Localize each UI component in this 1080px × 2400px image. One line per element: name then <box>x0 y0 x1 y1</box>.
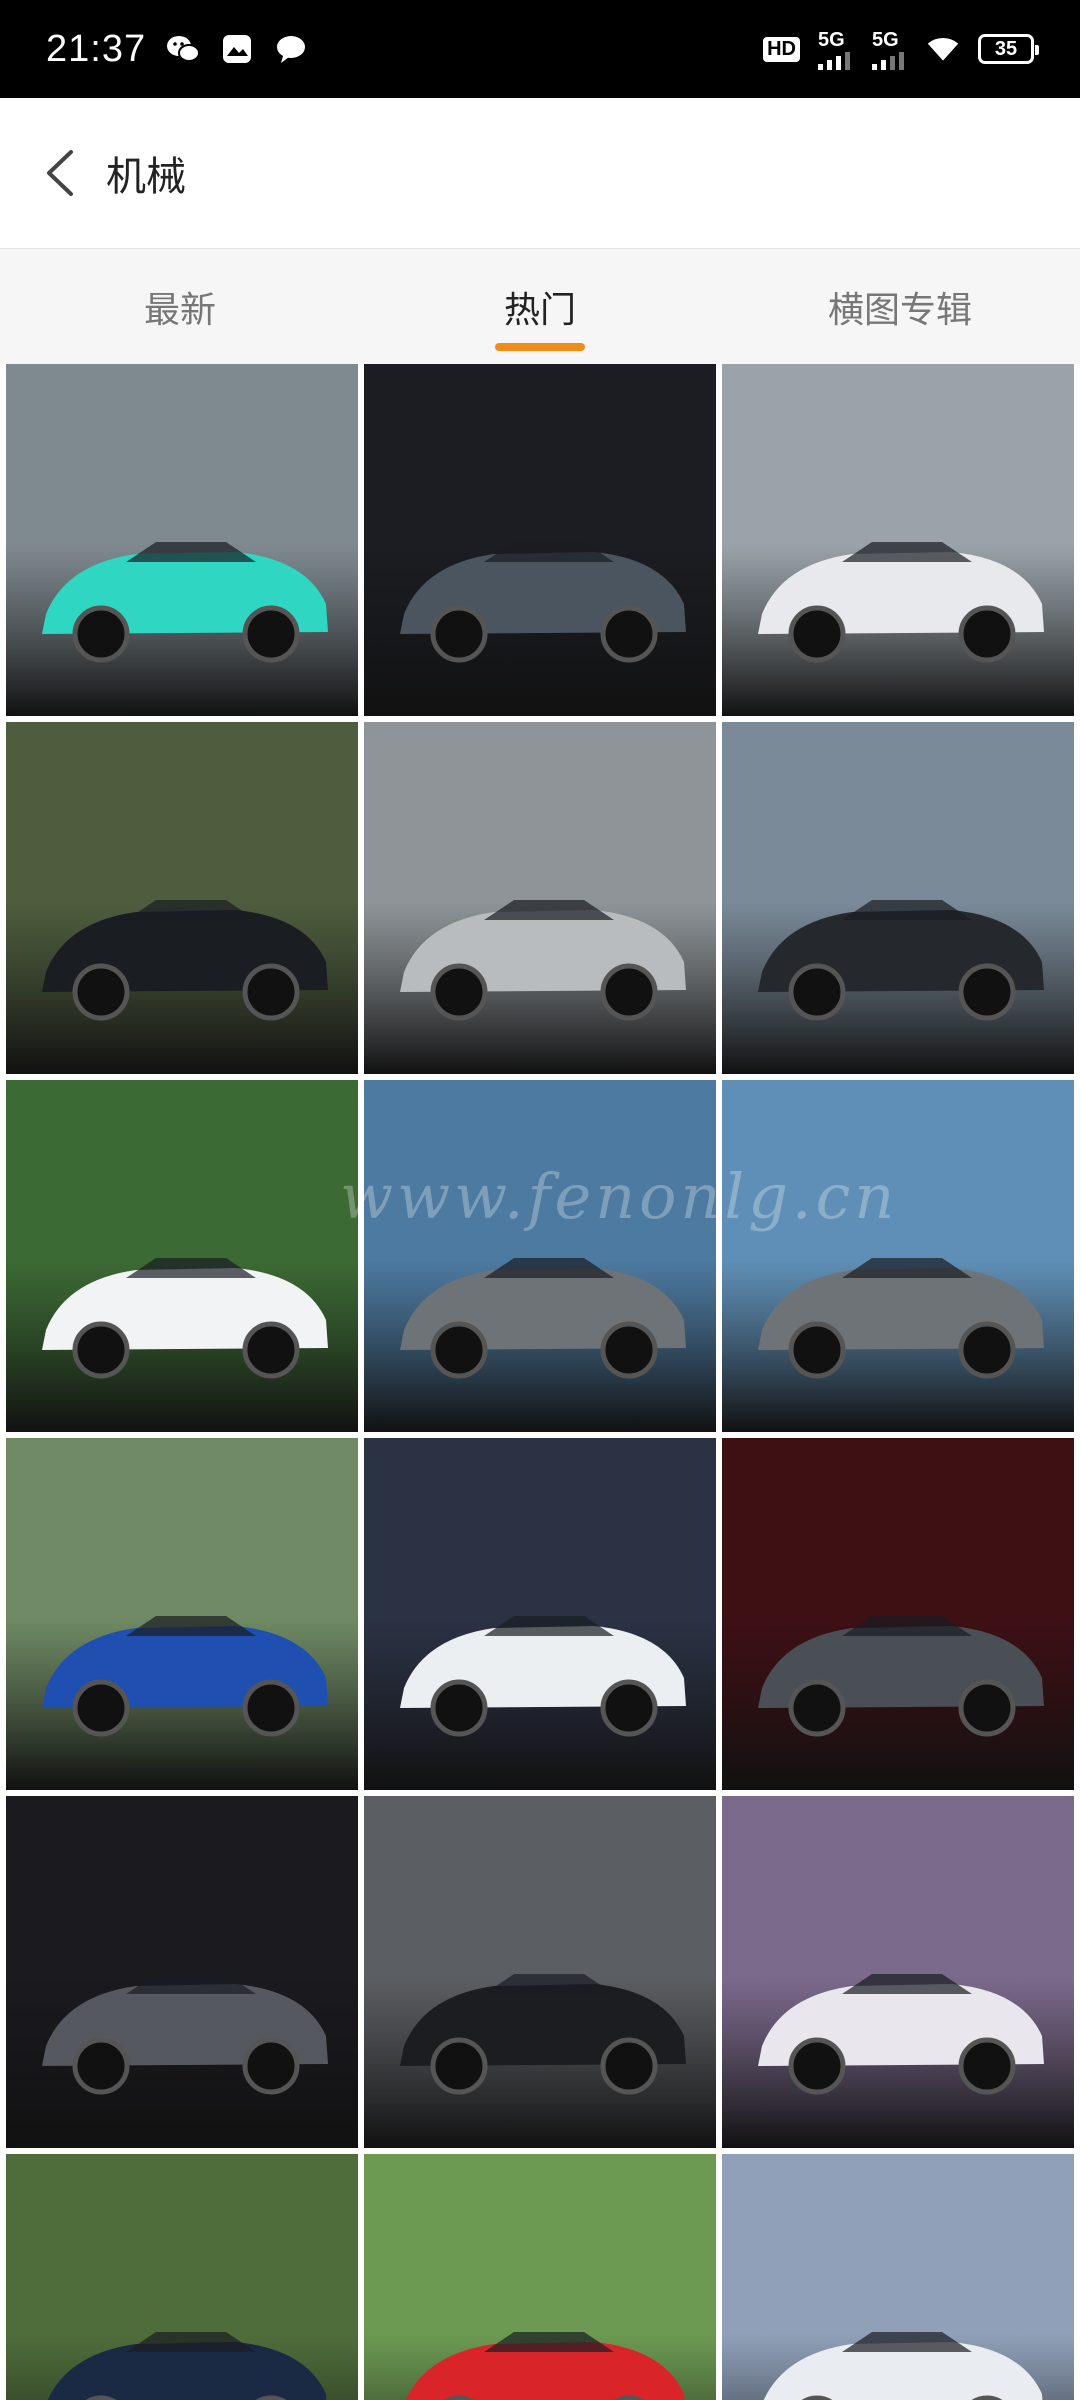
vehicle-wheel <box>430 605 488 663</box>
vehicle-wheel <box>430 2037 488 2095</box>
status-time: 21:37 <box>46 27 147 70</box>
wallpaper-thumbnail-red-cars-mountain-road[interactable] <box>364 2154 716 2400</box>
thumbnail-image <box>364 1796 716 2148</box>
wallpaper-thumbnail-motorcycle-rider-road[interactable] <box>6 722 358 1074</box>
wallpaper-thumbnail-teal-lamborghini-garage[interactable] <box>6 364 358 716</box>
battery-level: 35 <box>994 37 1018 60</box>
wallpaper-thumbnail-bmw-hp4-motorcycle[interactable] <box>722 364 1074 716</box>
vehicle-wheel <box>600 1679 658 1737</box>
app-root: 21:37 HD 5G 5G 35 机械 最新 热门 横图专辑 www.feno… <box>0 0 1080 2400</box>
wallpaper-thumbnail-mercedes-g63-grey-1[interactable] <box>364 1080 716 1432</box>
signal-sim1: 5G <box>818 29 854 70</box>
thumbnail-image <box>364 1438 716 1790</box>
wallpaper-thumbnail-lamborghini-red-lights[interactable] <box>722 1438 1074 1790</box>
signal-bars-icon <box>818 51 850 70</box>
wallpaper-thumbnail-bugatti-chiron-trees[interactable] <box>6 2154 358 2400</box>
tab-label: 最新 <box>143 290 216 331</box>
status-left: 21:37 <box>46 28 308 71</box>
vehicle-wheel <box>958 605 1016 663</box>
vehicle-wheel <box>242 1321 300 1379</box>
vehicle-wheel <box>958 1321 1016 1379</box>
thumbnail-image <box>364 722 716 1074</box>
page-title: 机械 <box>106 154 186 200</box>
status-bar: 21:37 HD 5G 5G 35 <box>0 0 1080 98</box>
vehicle-wheel <box>242 963 300 1021</box>
chevron-left-icon <box>47 150 73 196</box>
vehicle-wheel <box>788 1679 846 1737</box>
battery-indicator: 35 <box>978 34 1039 64</box>
wechat-icon <box>166 32 201 66</box>
thumbnail-image <box>6 364 358 716</box>
top-app-bar: 机械 <box>0 98 1080 248</box>
wallpaper-grid <box>0 364 1080 2400</box>
tab-label: 横图专辑 <box>827 290 972 331</box>
vehicle-wheel <box>72 1321 130 1379</box>
vehicle-wheel <box>600 963 658 1021</box>
active-tab-indicator <box>495 343 585 351</box>
vehicle-wheel <box>72 1679 130 1737</box>
wallpaper-thumbnail-koenigsegg-city-night[interactable] <box>364 1438 716 1790</box>
vehicle-wheel <box>600 1321 658 1379</box>
hd-icon: HD <box>763 36 800 62</box>
back-button[interactable] <box>30 143 90 203</box>
wallpaper-thumbnail-lamborghini-veneno-road[interactable] <box>722 1796 1074 2148</box>
thumbnail-image <box>6 2154 358 2400</box>
vehicle-wheel <box>788 963 846 1021</box>
tab-label: 热门 <box>503 290 576 331</box>
thumbnail-image <box>364 2154 716 2400</box>
vehicle-wheel <box>242 2037 300 2095</box>
vehicle-wheel <box>788 2037 846 2095</box>
thumbnail-image <box>722 364 1074 716</box>
vehicle-wheel <box>72 2037 130 2095</box>
wallpaper-thumbnail-koenigsegg-sunset[interactable] <box>722 2154 1074 2400</box>
hd-label: HD <box>763 36 800 62</box>
wifi-icon <box>926 32 960 66</box>
tab-landscape-albums[interactable]: 横图专辑 <box>780 249 1020 365</box>
tab-latest[interactable]: 最新 <box>60 249 300 365</box>
thumbnail-image <box>6 1796 358 2148</box>
vehicle-wheel <box>788 1321 846 1379</box>
status-right: HD 5G 5G 35 <box>763 29 1039 70</box>
wallpaper-thumbnail-lamborghini-sc18-dark[interactable] <box>6 1796 358 2148</box>
tab-bar: 最新 热门 横图专辑 <box>0 248 1080 364</box>
thumbnail-image <box>364 1080 716 1432</box>
vehicle-wheel <box>72 605 130 663</box>
wallpaper-thumbnail-bugatti-divo-dark[interactable] <box>364 364 716 716</box>
message-icon <box>274 32 308 66</box>
signal-bars-icon <box>872 51 904 70</box>
thumbnail-image <box>722 1796 1074 2148</box>
thumbnail-image <box>6 1080 358 1432</box>
signal-sim2: 5G <box>872 29 908 70</box>
gallery-icon <box>220 32 254 66</box>
thumbnail-image <box>364 364 716 716</box>
thumbnail-image <box>722 722 1074 1074</box>
thumbnail-image <box>6 722 358 1074</box>
vehicle-wheel <box>958 1679 1016 1737</box>
vehicle-wheel <box>72 963 130 1021</box>
vehicle-wheel <box>430 963 488 1021</box>
thumbnail-image <box>6 1438 358 1790</box>
thumbnail-image <box>722 1438 1074 1790</box>
vehicle-wheel <box>958 2037 1016 2095</box>
vehicle-wheel <box>430 1321 488 1379</box>
wallpaper-thumbnail-koenigsegg-white-mountains[interactable] <box>6 1080 358 1432</box>
vehicle-wheel <box>600 2037 658 2095</box>
wallpaper-thumbnail-mercedes-g63-grey-2[interactable] <box>722 1080 1074 1432</box>
thumbnail-image <box>722 1080 1074 1432</box>
wallpaper-thumbnail-bugatti-vision-gt-blue[interactable] <box>6 1438 358 1790</box>
vehicle-wheel <box>958 963 1016 1021</box>
wallpaper-thumbnail-brabus-g-wagon-black[interactable] <box>722 722 1074 1074</box>
vehicle-wheel <box>788 605 846 663</box>
network-type-1: 5G <box>818 28 845 51</box>
tab-popular[interactable]: 热门 <box>420 249 660 365</box>
vehicle-wheel <box>430 1679 488 1737</box>
vehicle-wheel <box>242 1679 300 1737</box>
wallpaper-thumbnail-brabus-g-wagon-propeller[interactable] <box>364 1796 716 2148</box>
vehicle-wheel <box>600 605 658 663</box>
network-type-2: 5G <box>872 28 899 51</box>
vehicle-wheel <box>242 605 300 663</box>
wallpaper-thumbnail-dodge-challenger-srt[interactable] <box>364 722 716 1074</box>
thumbnail-image <box>722 2154 1074 2400</box>
